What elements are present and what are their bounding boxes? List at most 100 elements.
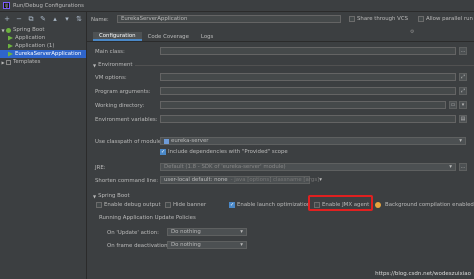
run-config-icon xyxy=(8,43,13,49)
classpath-module-label: Use classpath of module: xyxy=(95,139,164,145)
run-config-icon xyxy=(8,51,13,57)
tree-item-label: Application xyxy=(15,35,46,41)
wrench-icon[interactable]: ✎ xyxy=(39,15,47,23)
section-line xyxy=(134,64,474,66)
chevron-down-icon[interactable]: ▼ xyxy=(93,194,96,199)
folder-icon[interactable]: ▭ xyxy=(449,101,457,109)
program-arguments-label: Program arguments: xyxy=(95,89,151,95)
enable-debug-checkbox[interactable]: Enable debug output xyxy=(96,202,161,208)
vm-options-input[interactable] xyxy=(160,73,456,81)
config-tree: ▼ Spring Boot Application Application (1… xyxy=(0,26,86,279)
status-label: Background compilation enabled xyxy=(385,202,474,208)
tree-item-label: Application (1) xyxy=(15,43,55,49)
checkbox-box[interactable] xyxy=(349,16,355,22)
share-vcs-checkbox[interactable]: Share through VCS xyxy=(349,16,408,22)
module-icon xyxy=(164,138,169,144)
tab-configuration[interactable]: Configuration xyxy=(93,32,142,41)
spring-boot-icon xyxy=(6,27,11,33)
shorten-command-line-select[interactable]: user-local default: none - java [options… xyxy=(160,176,322,184)
checkbox-box[interactable] xyxy=(96,202,102,208)
config-panel: Name: EurekaServerApplication Share thro… xyxy=(87,12,474,279)
select-hint: - java [options] classname [args] xyxy=(230,177,320,183)
config-toolbar: + − ⧉ ✎ ▴ ▾ ⇅ xyxy=(0,12,86,26)
chevron-down-icon[interactable]: ▼ xyxy=(93,63,96,68)
allow-parallel-checkbox[interactable]: Allow parallel run xyxy=(418,16,473,22)
arrow-down-icon[interactable]: ▾ xyxy=(63,15,71,23)
checkbox-box[interactable] xyxy=(165,202,171,208)
tree-node-label: Templates xyxy=(13,59,41,65)
main-class-input[interactable] xyxy=(160,47,456,55)
expand-icon[interactable]: ⤢ xyxy=(459,87,467,95)
select-value: Default (1.8 - SDK of 'eureka-server' mo… xyxy=(164,164,286,170)
section-label: Environment xyxy=(98,62,133,68)
working-directory-label: Working directory: xyxy=(95,103,145,109)
watermark: https://blog.csdn.net/wodeszuixiao xyxy=(375,271,471,277)
add-icon[interactable]: + xyxy=(3,15,11,23)
select-value: Do nothing xyxy=(171,242,201,248)
browse-icon[interactable]: … xyxy=(459,163,467,171)
checkbox-label: Enable debug output xyxy=(104,202,161,208)
checkbox-label: Hide banner xyxy=(173,202,207,208)
checkbox-box[interactable]: ✓ xyxy=(229,202,235,208)
info-icon xyxy=(375,202,381,208)
environment-variables-label: Environment variables: xyxy=(95,117,158,123)
tree-item-application[interactable]: Application xyxy=(0,34,86,42)
environment-variables-input[interactable] xyxy=(160,115,456,123)
chevron-down-icon[interactable]: ▾ xyxy=(459,101,467,109)
on-frame-deactivation-label: On frame deactivation: xyxy=(107,243,170,249)
program-arguments-input[interactable] xyxy=(160,87,456,95)
edit-icon[interactable]: ▤ xyxy=(459,115,467,123)
arrow-up-icon[interactable]: ▴ xyxy=(51,15,59,23)
on-update-select[interactable]: Do nothing ▾ xyxy=(167,228,247,236)
select-value: eureka-server xyxy=(171,138,209,144)
annotation-highlight-box xyxy=(308,195,373,211)
jre-label: JRE: xyxy=(95,165,106,171)
on-frame-deactivation-select[interactable]: Do nothing ▾ xyxy=(167,241,247,249)
chevron-down-icon: ▾ xyxy=(240,229,243,235)
tab-logs[interactable]: Logs xyxy=(195,32,219,41)
chevron-down-icon: ▾ xyxy=(240,242,243,248)
title-bar: IJ Run/Debug Configurations xyxy=(0,0,474,12)
tree-item-eureka-server-application[interactable]: EurekaServerApplication xyxy=(0,50,86,58)
remove-icon[interactable]: − xyxy=(15,15,23,23)
include-provided-checkbox[interactable]: ✓ Include dependencies with "Provided" s… xyxy=(160,149,288,155)
jre-select[interactable]: Default (1.8 - SDK of 'eureka-server' mo… xyxy=(160,163,456,171)
background-compilation-status: Background compilation enabled xyxy=(375,202,474,208)
tree-node-label: Spring Boot xyxy=(13,27,45,33)
checkbox-label: Include dependencies with "Provided" sco… xyxy=(168,149,288,155)
tab-code-coverage[interactable]: Code Coverage xyxy=(142,32,195,41)
section-label: Spring Boot xyxy=(98,193,130,199)
vm-options-label: VM options: xyxy=(95,75,127,81)
enable-launch-optimization-checkbox[interactable]: ✓ Enable launch optimization xyxy=(229,202,310,208)
tree-node-templates[interactable]: ▶ Templates xyxy=(0,58,86,66)
gear-icon[interactable]: ⚙ xyxy=(410,29,414,35)
name-input[interactable]: EurekaServerApplication xyxy=(117,15,341,23)
classpath-module-select[interactable]: eureka-server ▾ xyxy=(160,137,466,145)
browse-icon[interactable]: … xyxy=(459,47,467,55)
sort-icon[interactable]: ⇅ xyxy=(75,15,83,23)
tree-node-spring-boot[interactable]: ▼ Spring Boot xyxy=(0,26,86,34)
shorten-command-line-label: Shorten command line: xyxy=(95,178,159,184)
hide-banner-checkbox[interactable]: Hide banner xyxy=(165,202,206,208)
chevron-down-icon: ▾ xyxy=(449,164,452,170)
checkbox-box[interactable] xyxy=(418,16,424,22)
section-label: Running Application Update Policies xyxy=(99,215,196,221)
checkbox-box[interactable]: ✓ xyxy=(160,149,166,155)
update-policies-section: Running Application Update Policies xyxy=(99,215,196,221)
intellij-logo-icon: IJ xyxy=(3,2,10,9)
tab-separator xyxy=(87,41,474,42)
window-title: Run/Debug Configurations xyxy=(13,2,84,9)
spring-boot-section[interactable]: ▼ Spring Boot xyxy=(93,193,130,199)
working-directory-input[interactable] xyxy=(160,101,446,109)
checkbox-label: Share through VCS xyxy=(357,16,409,22)
checkbox-label: Allow parallel run xyxy=(426,16,473,22)
run-config-icon xyxy=(8,35,13,41)
config-tabs: Configuration Code Coverage Logs xyxy=(93,32,219,41)
templates-icon xyxy=(6,59,11,65)
environment-section[interactable]: ▼ Environment xyxy=(93,62,474,68)
tree-item-label: EurekaServerApplication xyxy=(15,51,82,57)
tree-item-application-1[interactable]: Application (1) xyxy=(0,42,86,50)
name-label: Name: xyxy=(91,17,109,23)
copy-icon[interactable]: ⧉ xyxy=(27,15,35,24)
expand-icon[interactable]: ⤢ xyxy=(459,73,467,81)
